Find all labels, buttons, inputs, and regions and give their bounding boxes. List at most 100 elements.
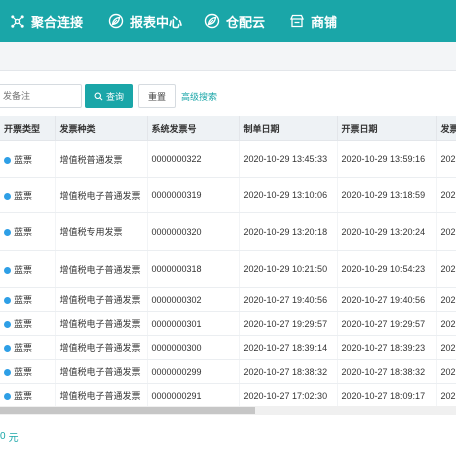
invoice-more: 202	[436, 287, 456, 312]
blue-dot-icon	[4, 266, 11, 274]
issued-date: 2020-10-27 19:40:56	[337, 287, 437, 312]
invoice-kind: 增值税电子普通发票	[55, 359, 148, 384]
blue-dot-icon	[4, 345, 11, 352]
invoice-more: 202	[436, 250, 456, 288]
query-button-label: 查询	[105, 91, 124, 102]
reset-button[interactable]: 重置	[138, 84, 176, 108]
advanced-search-link[interactable]: 高级搜索	[181, 84, 217, 108]
column-header-created-date[interactable]: 制单日期	[239, 116, 338, 141]
created-date: 2020-10-27 18:38:32	[239, 359, 338, 384]
created-date: 2020-10-27 19:29:57	[239, 311, 338, 336]
advanced-search-label: 高级搜索	[181, 91, 218, 102]
invoice-type: 蓝票	[14, 227, 33, 237]
issued-date: 2020-10-27 19:29:57	[337, 311, 437, 336]
invoice-type-cell: 蓝票	[0, 383, 56, 406]
column-header-invoice-more[interactable]: 发票	[436, 116, 456, 141]
nav-label-report: 报表中心	[130, 14, 183, 30]
table-row[interactable]: 蓝票 增值税电子普通发票 0000000291 2020-10-27 17:02…	[0, 383, 456, 406]
query-button[interactable]: 查询	[85, 84, 133, 108]
store-icon	[290, 14, 304, 28]
system-invoice-number: 0000000301	[147, 311, 240, 336]
invoice-kind: 增值税电子普通发票	[55, 250, 148, 288]
top-nav: 聚合连接 报表中心 仓配云 商铺	[0, 0, 456, 42]
column-header-invoice-type[interactable]: 开票类型	[0, 116, 56, 141]
blue-dot-icon	[4, 297, 11, 304]
blue-dot-icon	[4, 156, 11, 164]
invoice-type: 蓝票	[14, 295, 33, 305]
invoice-table: 开票类型 发票种类 系统发票号 制单日期 开票日期 发票 蓝票 增值税普通发票 …	[0, 116, 456, 406]
issued-date: 2020-10-27 18:38:32	[337, 359, 437, 384]
nav-label-store: 商铺	[311, 14, 338, 30]
invoice-kind: 增值税电子普通发票	[55, 311, 148, 336]
blue-dot-icon	[4, 229, 11, 236]
nav-item-warehouse[interactable]: 仓配云	[204, 0, 265, 42]
invoice-type-cell: 蓝票	[0, 311, 56, 336]
invoice-more: 202	[436, 311, 456, 336]
total-amount-value: 0	[0, 430, 6, 442]
created-date: 2020-10-27 17:02:30	[239, 383, 338, 406]
invoice-type: 蓝票	[14, 154, 33, 165]
created-date: 2020-10-29 13:10:06	[239, 177, 338, 213]
invoice-more: 202	[436, 359, 456, 384]
issued-date: 2020-10-29 13:18:59	[337, 177, 437, 213]
system-invoice-number: 0000000319	[147, 177, 240, 213]
invoice-type-cell: 蓝票	[0, 287, 56, 312]
scrollbar-thumb[interactable]	[0, 407, 255, 414]
created-date: 2020-10-27 19:40:56	[239, 287, 338, 312]
system-invoice-number: 0000000318	[147, 250, 240, 288]
table-row[interactable]: 蓝票 增值税电子普通发票 0000000300 2020-10-27 18:39…	[0, 335, 456, 360]
invoice-type-cell: 蓝票	[0, 335, 56, 360]
table-row[interactable]: 蓝票 增值税电子普通发票 0000000319 2020-10-29 13:10…	[0, 177, 456, 213]
invoice-more: 202	[436, 140, 456, 178]
blue-dot-icon	[4, 321, 11, 328]
nav-item-aggregate[interactable]: 聚合连接	[10, 0, 83, 42]
invoice-more: 202	[436, 383, 456, 406]
invoice-type: 蓝票	[14, 319, 33, 329]
column-header-invoice-kind[interactable]: 发票种类	[55, 116, 148, 141]
column-header-issued-date[interactable]: 开票日期	[337, 116, 437, 141]
total-amount-footer: 0 元	[0, 428, 19, 444]
invoice-kind: 增值税普通发票	[55, 140, 148, 178]
created-date: 2020-10-29 13:45:33	[239, 140, 338, 178]
leaf-icon	[108, 13, 124, 29]
created-date: 2020-10-29 10:21:50	[239, 250, 338, 288]
table-row[interactable]: 蓝票 增值税电子普通发票 0000000301 2020-10-27 19:29…	[0, 311, 456, 336]
search-bar: 查询 重置 高级搜索	[0, 84, 456, 110]
table-row[interactable]: 蓝票 增值税电子普通发票 0000000299 2020-10-27 18:38…	[0, 359, 456, 384]
table-row[interactable]: 蓝票 增值税专用发票 0000000320 2020-10-29 13:20:1…	[0, 212, 456, 251]
invoice-kind: 增值税电子普通发票	[55, 335, 148, 360]
issued-date: 2020-10-27 18:39:23	[337, 335, 437, 360]
leaf-icon	[204, 13, 220, 29]
search-icon	[94, 92, 103, 100]
horizontal-scrollbar[interactable]	[0, 406, 456, 415]
system-invoice-number: 0000000291	[147, 383, 240, 406]
created-date: 2020-10-27 18:39:14	[239, 335, 338, 360]
toolbar-stripe	[0, 42, 456, 71]
invoice-type-cell: 蓝票	[0, 359, 56, 384]
issued-date: 2020-10-29 13:20:24	[337, 212, 437, 251]
table-row[interactable]: 蓝票 增值税电子普通发票 0000000302 2020-10-27 19:40…	[0, 287, 456, 312]
table-header-row: 开票类型 发票种类 系统发票号 制单日期 开票日期 发票	[0, 116, 456, 141]
invoice-type: 蓝票	[14, 391, 33, 401]
currency-unit: 元	[8, 432, 19, 444]
invoice-kind: 增值税电子普通发票	[55, 383, 148, 406]
invoice-kind: 增值税电子普通发票	[55, 177, 148, 213]
blue-dot-icon	[4, 393, 11, 400]
invoice-more: 202	[436, 335, 456, 360]
table-row[interactable]: 蓝票 增值税电子普通发票 0000000318 2020-10-29 10:21…	[0, 250, 456, 288]
nav-label-warehouse: 仓配云	[226, 14, 266, 30]
invoice-type-cell: 蓝票	[0, 140, 56, 178]
invoice-more: 202	[436, 212, 456, 251]
column-header-system-number[interactable]: 系统发票号	[147, 116, 240, 141]
system-invoice-number: 0000000302	[147, 287, 240, 312]
invoice-kind: 增值税专用发票	[55, 212, 148, 251]
remark-search-input[interactable]	[0, 84, 82, 108]
blue-dot-icon	[4, 192, 11, 200]
invoice-type: 蓝票	[14, 343, 33, 353]
invoice-more: 202	[436, 177, 456, 213]
nav-item-store[interactable]: 商铺	[289, 0, 337, 42]
system-invoice-number: 0000000300	[147, 335, 240, 360]
issued-date: 2020-10-29 10:54:23	[337, 250, 437, 288]
table-row[interactable]: 蓝票 增值税普通发票 0000000322 2020-10-29 13:45:3…	[0, 140, 456, 178]
nav-item-report[interactable]: 报表中心	[108, 0, 182, 42]
